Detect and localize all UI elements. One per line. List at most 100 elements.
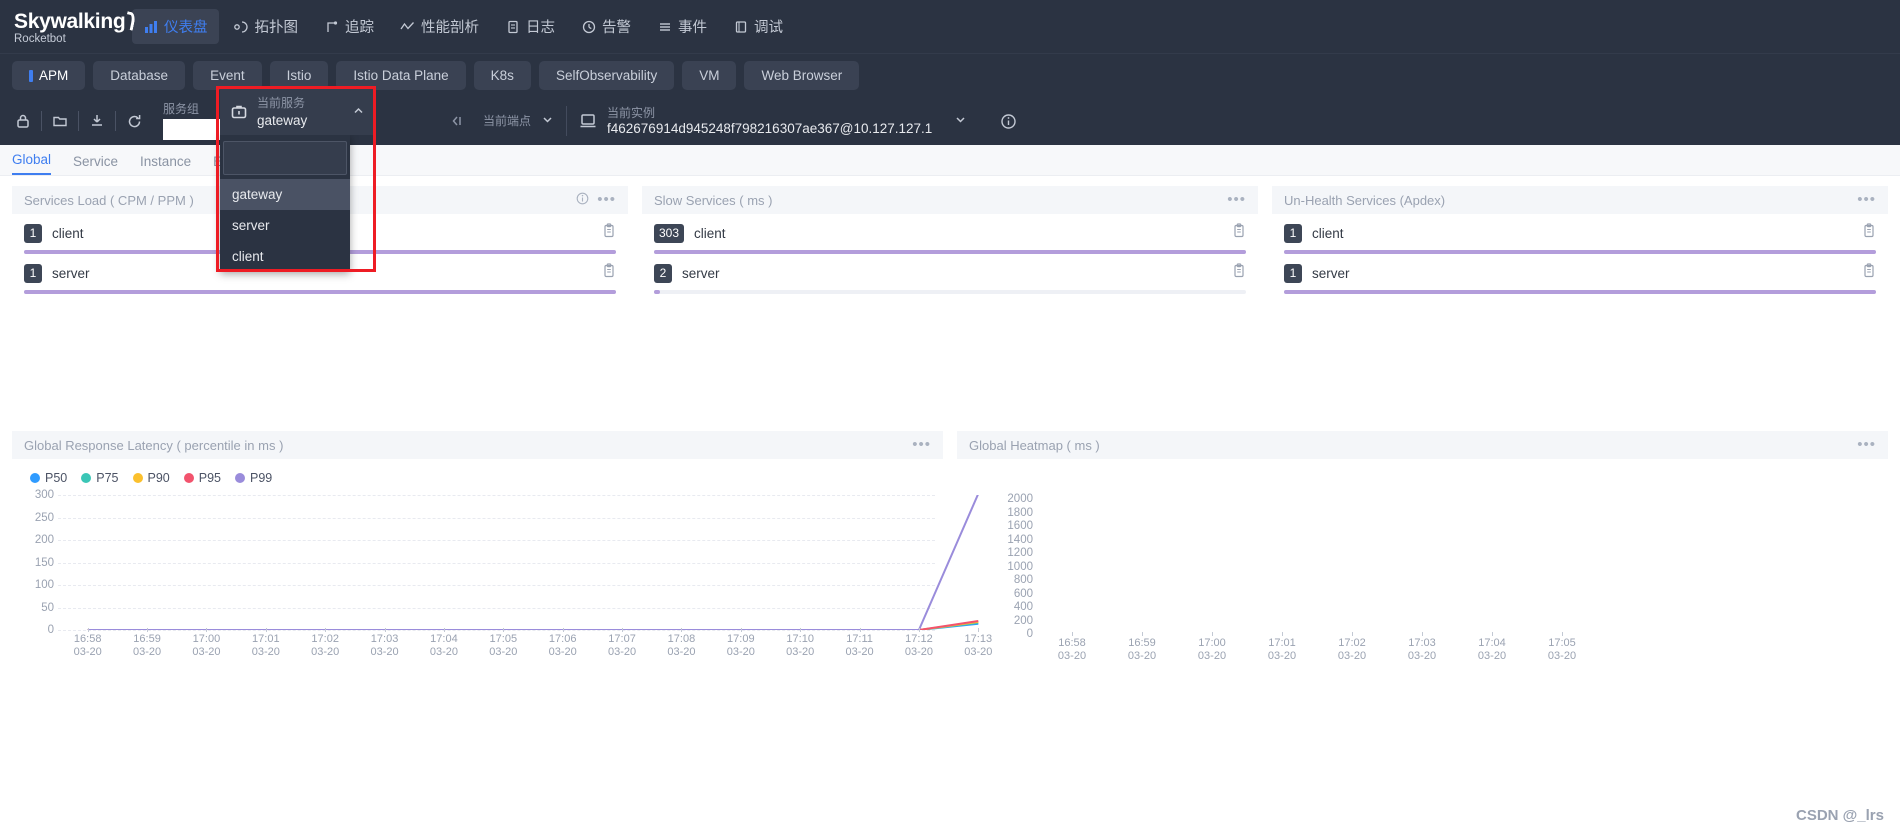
list-item[interactable]: 1 client <box>1272 214 1888 254</box>
info-circle-icon[interactable] <box>576 192 589 208</box>
x-axis-tick-mark <box>1352 632 1353 636</box>
subtab-label: Global <box>12 152 52 167</box>
legend-item-p50[interactable]: P50 <box>30 471 67 485</box>
legend-swatch <box>30 473 40 483</box>
card-menu-icon[interactable]: ••• <box>1857 192 1876 207</box>
x-axis-tick-label: 17:12 03-20 <box>904 633 934 658</box>
list-item[interactable]: 2 server <box>642 254 1258 294</box>
subtab-instance[interactable]: Instance <box>140 154 191 175</box>
x-axis-tick-label: 17:01 03-20 <box>1267 637 1297 662</box>
legend-item-p95[interactable]: P95 <box>183 471 221 485</box>
download-icon[interactable] <box>82 106 112 136</box>
legend-item-p99[interactable]: P99 <box>235 471 272 485</box>
nav-item-debug[interactable]: 调试 <box>722 9 794 44</box>
card-menu-icon[interactable]: ••• <box>1227 192 1246 207</box>
copy-icon[interactable] <box>1862 263 1876 283</box>
copy-icon[interactable] <box>1232 263 1246 283</box>
dropdown-option-label: gateway <box>232 187 283 202</box>
nav-item-log[interactable]: 日志 <box>494 9 566 44</box>
card-menu-icon[interactable]: ••• <box>597 192 616 207</box>
subtab-global[interactable]: Global <box>12 152 52 175</box>
toolbar-divider <box>41 111 42 131</box>
card-title: Un-Health Services (Apdex) <box>1284 192 1446 208</box>
legend-label: P50 <box>45 471 68 485</box>
x-axis-tick-mark <box>443 628 445 632</box>
progress-fill <box>24 290 616 294</box>
y-axis-tick-label: 400 <box>1013 601 1033 613</box>
nav-item-label: 日志 <box>526 20 555 36</box>
dropdown-option-client[interactable]: client <box>220 241 350 272</box>
nav-item-topology[interactable]: 拓扑图 <box>223 9 310 44</box>
app-root: Skywalking Rocketbot 仪表盘 拓扑图 追踪 性能剖析 日志 … <box>0 0 1900 834</box>
collapse-left-icon[interactable] <box>441 106 471 136</box>
card-menu-icon[interactable]: ••• <box>912 437 931 452</box>
tab-istio[interactable]: Istio <box>269 61 329 90</box>
copy-icon[interactable] <box>602 223 616 243</box>
instance-selector[interactable]: 当前实例 f462676914d945248f798216307ae367@10… <box>567 97 979 145</box>
y-axis-tick-label: 300 <box>34 489 54 501</box>
logo-text: Skywalking <box>14 9 126 33</box>
tab-label: APM <box>39 68 69 83</box>
top-navbar: Skywalking Rocketbot 仪表盘 拓扑图 追踪 性能剖析 日志 … <box>0 0 1900 53</box>
chart-header: Global Heatmap ( ms ) ••• <box>957 431 1888 459</box>
chart-title: Global Response Latency ( percentile in … <box>24 437 284 453</box>
dropdown-option-label: client <box>232 249 264 264</box>
card-menu-icon[interactable]: ••• <box>1857 437 1876 452</box>
alarm-icon <box>581 19 596 34</box>
row-name: client <box>52 225 84 241</box>
nav-item-event[interactable]: 事件 <box>646 9 718 44</box>
tab-label: Istio <box>286 68 312 83</box>
tab-apm[interactable]: APM <box>12 61 86 90</box>
app-logo[interactable]: Skywalking Rocketbot <box>14 8 137 46</box>
y-axis-tick-label: 250 <box>34 511 54 524</box>
y-axis-tick-label: 0 <box>1026 628 1033 640</box>
progress-fill <box>654 290 660 294</box>
copy-icon[interactable] <box>1862 223 1876 243</box>
legend-item-p90[interactable]: P90 <box>132 471 170 485</box>
copy-icon[interactable] <box>602 263 616 283</box>
refresh-icon[interactable] <box>119 106 149 136</box>
nav-item-trace[interactable]: 追踪 <box>313 9 385 44</box>
profile-icon <box>400 19 415 34</box>
tab-web-browser[interactable]: Web Browser <box>744 61 860 90</box>
folder-icon[interactable] <box>45 106 75 136</box>
list-item[interactable]: 303 client <box>642 214 1258 254</box>
tab-vm[interactable]: VM <box>682 61 737 90</box>
service-value: gateway <box>257 113 308 128</box>
info-circle-icon[interactable] <box>993 106 1023 136</box>
x-axis-tick-mark <box>740 628 742 632</box>
subtab-service[interactable]: Service <box>73 154 118 175</box>
nav-item-alarm[interactable]: 告警 <box>570 9 642 44</box>
x-axis: 16:58 03-20 16:59 03-20 17:00 03-20 17:01 03-20… <box>58 628 992 663</box>
nav-item-dashboard[interactable]: 仪表盘 <box>132 9 219 44</box>
series-line-p95 <box>87 620 979 630</box>
x-axis-tick-label: 17:05 03-20 <box>1547 637 1577 662</box>
service-selector[interactable]: 当前服务 gateway <box>220 89 375 135</box>
x-axis-tick-label: 17:02 03-20 <box>311 633 340 658</box>
tab-k8s[interactable]: K8s <box>473 61 531 90</box>
endpoint-selector[interactable]: 当前端点 <box>471 97 566 145</box>
nav-item-label: 拓扑图 <box>254 20 299 36</box>
tab-event[interactable]: Event <box>193 61 262 90</box>
row-value-badge: 2 <box>654 263 672 283</box>
dropdown-option-gateway[interactable]: gateway <box>220 179 350 210</box>
toolbar-divider <box>78 111 79 131</box>
list-item[interactable]: 1 server <box>1272 254 1888 294</box>
series-line-p75 <box>87 621 979 630</box>
row-value-badge: 303 <box>654 223 685 243</box>
tab-database[interactable]: Database <box>93 61 186 90</box>
copy-icon[interactable] <box>1232 223 1246 243</box>
chart-legend: P50 P75 P90 P95 P99 <box>12 459 943 485</box>
lock-icon[interactable] <box>8 106 38 136</box>
x-axis-tick-label: 17:06 03-20 <box>548 633 577 658</box>
dropdown-option-server[interactable]: server <box>220 210 350 241</box>
nav-item-profile[interactable]: 性能剖析 <box>389 9 490 44</box>
legend-swatch <box>235 473 245 483</box>
legend-item-p75[interactable]: P75 <box>81 471 119 485</box>
legend-swatch <box>183 473 194 483</box>
series-line-p90 <box>87 620 979 630</box>
y-axis-tick-label: 50 <box>41 601 54 614</box>
tab-istio-data-plane[interactable]: Istio Data Plane <box>336 61 466 90</box>
tab-label: VM <box>699 68 720 83</box>
tab-selfobservability[interactable]: SelfObservability <box>538 61 675 90</box>
